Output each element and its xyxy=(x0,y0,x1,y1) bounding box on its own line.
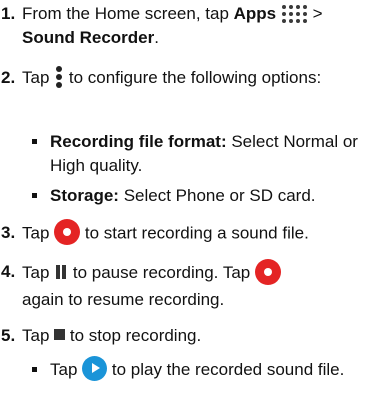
bullet-marker xyxy=(32,193,37,198)
step-number: 1. xyxy=(1,4,16,23)
step-number: 3. xyxy=(1,223,16,242)
step-number: 5. xyxy=(1,326,16,345)
stop-icon xyxy=(54,329,66,341)
bullet-item: Tap to play the recorded sound file. xyxy=(32,356,384,383)
record-icon xyxy=(54,219,81,245)
more-vertical-icon xyxy=(54,65,64,89)
record-icon xyxy=(254,258,281,285)
step-text: Tap to stop recording. xyxy=(22,326,202,345)
apps-grid-icon xyxy=(281,4,308,24)
instructions: 1. From the Home screen, tap Apps > Soun… xyxy=(0,0,388,398)
step-text: Tap to configure the following options: xyxy=(22,65,328,91)
step-text: Tap to start recording a sound file. xyxy=(22,219,384,247)
sound-recorder-label: Sound Recorder xyxy=(22,28,155,47)
bullet-item: Recording file format: Select Normal or … xyxy=(32,130,384,178)
play-icon xyxy=(82,356,108,382)
apps-label: Apps xyxy=(233,4,277,23)
bullet-marker xyxy=(32,367,37,372)
step-text: Tap to pause recording. Tap again to res… xyxy=(22,258,384,312)
pause-icon xyxy=(54,264,68,280)
step-number: 2. xyxy=(1,68,16,87)
step-text: From the Home screen, tap Apps > Sound R… xyxy=(22,4,323,47)
bullet-marker xyxy=(32,139,37,144)
step-number: 4. xyxy=(1,262,16,281)
bullet-item: Storage: Select Phone or SD card. xyxy=(32,184,384,208)
